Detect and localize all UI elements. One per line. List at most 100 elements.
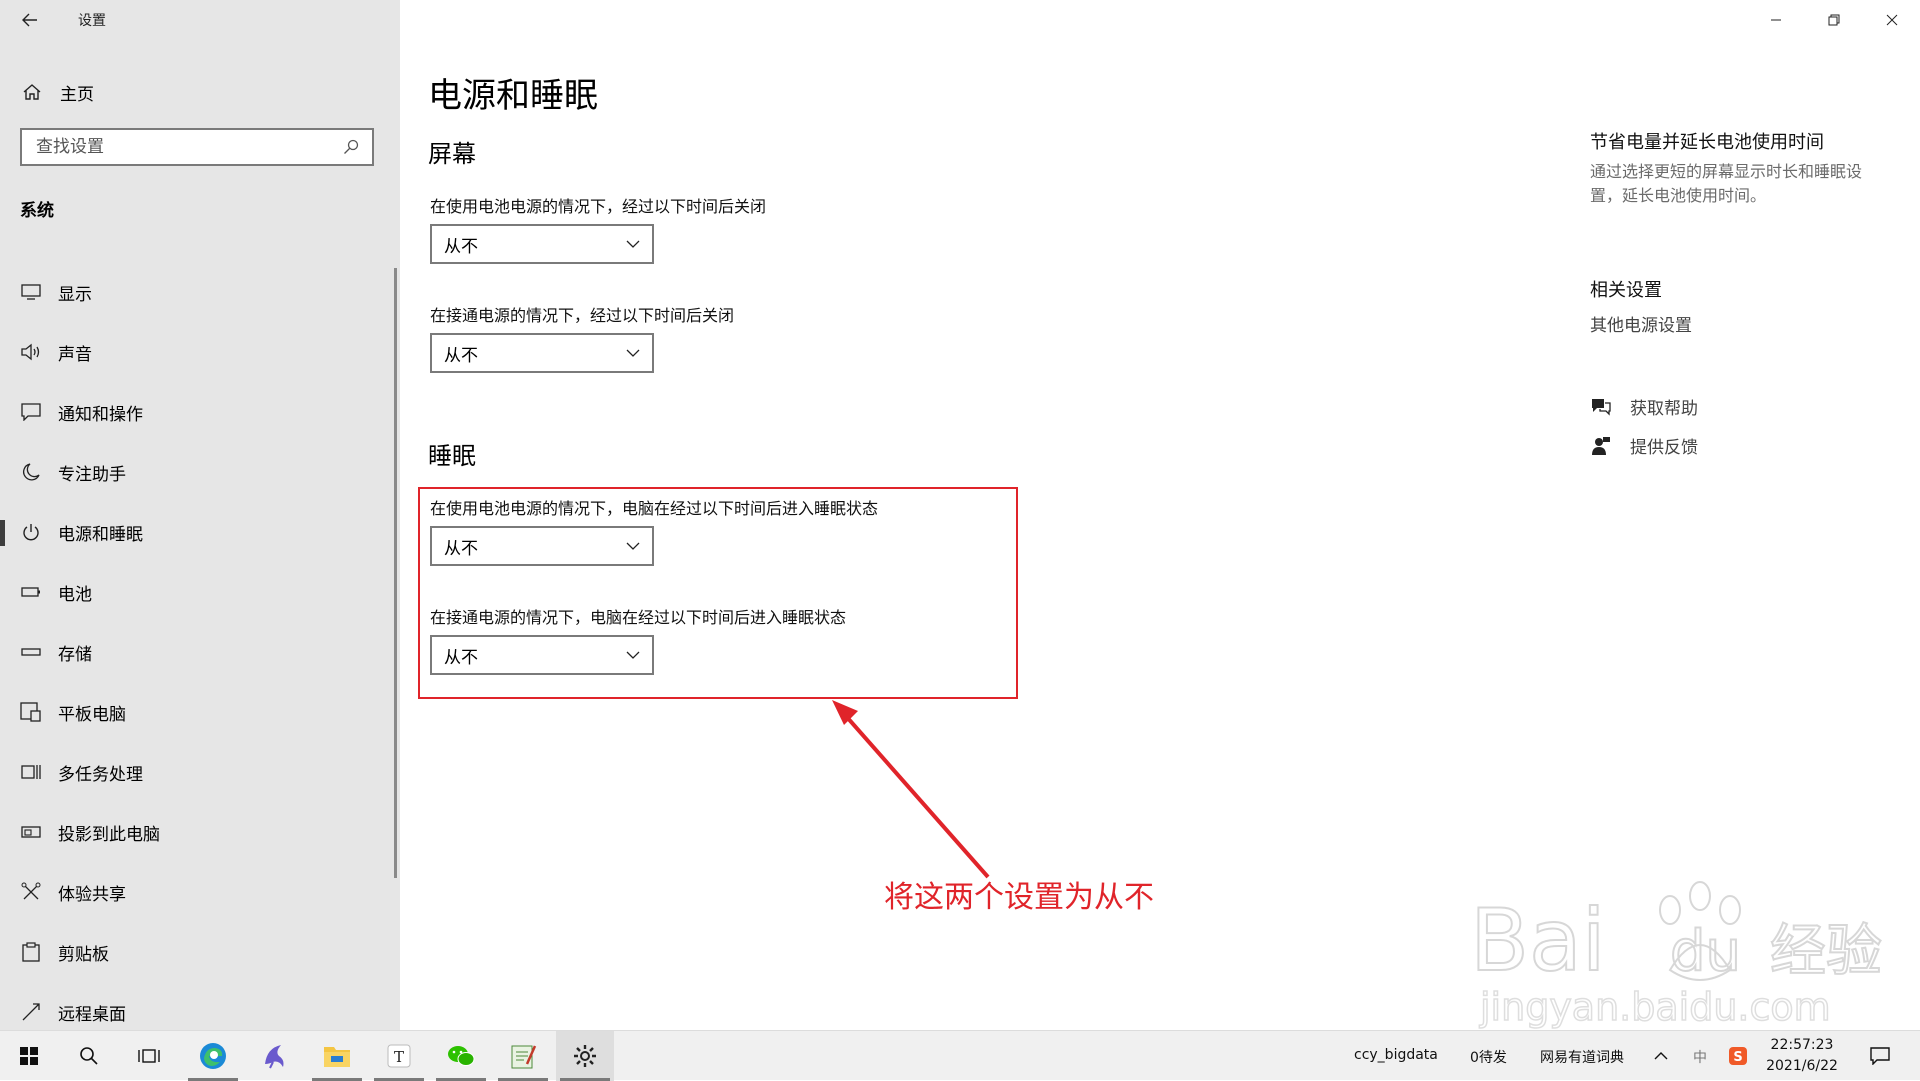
screen-plugged-dropdown[interactable]: 从不 — [430, 333, 654, 373]
svg-text:jingyan.baidu.com: jingyan.baidu.com — [1479, 985, 1831, 1029]
sidebar-item-label: 多任务处理 — [58, 764, 143, 785]
sogou-ime-button[interactable]: S — [1720, 1031, 1756, 1081]
screen-plugged-label: 在接通电源的情况下，经过以下时间后关闭 — [430, 306, 735, 325]
multitask-icon — [20, 761, 42, 783]
give-feedback-label: 提供反馈 — [1630, 438, 1698, 458]
svg-text:du: du — [1670, 919, 1741, 984]
settings-gear-icon — [574, 1045, 596, 1067]
sidebar-item-storage[interactable]: 存储 — [0, 622, 400, 682]
task-view-button[interactable] — [120, 1031, 178, 1081]
notification-icon — [20, 401, 42, 423]
restore-icon — [1828, 14, 1840, 26]
search-icon — [80, 1047, 98, 1065]
project-icon — [20, 821, 42, 843]
sidebar-item-focus-assist[interactable]: 专注助手 — [0, 442, 400, 502]
sidebar-item-shared-experiences[interactable]: 体验共享 — [0, 862, 400, 922]
home-icon — [20, 80, 44, 104]
tray-dictionary-label[interactable]: 网易有道词典 — [1540, 1047, 1624, 1067]
sidebar-item-label: 显示 — [58, 284, 92, 305]
close-icon — [1886, 14, 1898, 26]
annotation-arrow-icon — [832, 700, 990, 879]
screen-battery-dropdown[interactable]: 从不 — [430, 224, 654, 264]
start-button[interactable] — [0, 1031, 58, 1081]
notepad-taskbar-button[interactable] — [494, 1031, 552, 1081]
sidebar-item-multitasking[interactable]: 多任务处理 — [0, 742, 400, 802]
sidebar-item-label: 远程桌面 — [58, 1004, 126, 1025]
storage-icon — [20, 641, 42, 663]
search-icon[interactable] — [342, 138, 360, 156]
annotation-text: 将这两个设置为从不 — [884, 880, 1154, 915]
windows-start-icon — [20, 1047, 38, 1065]
sidebar-item-label: 存储 — [58, 644, 92, 665]
edge-taskbar-button[interactable] — [184, 1031, 242, 1081]
sidebar-item-project-to-pc[interactable]: 投影到此电脑 — [0, 802, 400, 862]
tray-pending-label[interactable]: 0待发 — [1470, 1047, 1507, 1067]
typora-icon: T — [387, 1044, 411, 1068]
chevron-down-icon — [626, 240, 640, 248]
battery-icon — [20, 581, 42, 603]
close-button[interactable] — [1864, 0, 1920, 40]
sidebar-scrollbar[interactable] — [394, 268, 397, 878]
clock-time: 22:57:23 — [1770, 1037, 1834, 1053]
restore-button[interactable] — [1806, 0, 1862, 40]
chevron-down-icon — [626, 349, 640, 357]
sidebar-item-power-sleep[interactable]: 电源和睡眠 — [0, 502, 400, 562]
taskbar-search-button[interactable] — [60, 1031, 118, 1081]
sidebar-item-home[interactable]: 主页 — [20, 80, 94, 105]
action-center-button[interactable] — [1852, 1031, 1908, 1081]
sidebar-item-label: 专注助手 — [58, 464, 126, 485]
sleep-section-title: 睡眠 — [428, 442, 476, 470]
sidebar-item-label: 声音 — [58, 344, 92, 365]
page-title: 电源和睡眠 — [428, 76, 598, 116]
svg-text:经验: 经验 — [1770, 919, 1882, 984]
notification-icon — [1870, 1047, 1890, 1065]
sidebar-item-label: 平板电脑 — [58, 704, 126, 725]
wechat-taskbar-button[interactable] — [432, 1031, 490, 1081]
remote-desktop-icon — [20, 1001, 42, 1023]
minimize-button[interactable] — [1748, 0, 1804, 40]
sidebar-item-label: 投影到此电脑 — [58, 824, 160, 845]
tray-user-label[interactable]: ccy_bigdata — [1354, 1047, 1438, 1063]
dropdown-value: 从不 — [444, 345, 478, 366]
sidebar-nav: 显示 声音 通知和操作 专注助手 电源和睡眠 电池 存储 平板电脑 多任务处理 … — [0, 262, 400, 1042]
clipboard-icon — [20, 941, 42, 963]
sidebar-item-label: 电源和睡眠 — [58, 524, 143, 545]
dolphin-app-icon — [265, 1045, 284, 1069]
back-button[interactable] — [20, 10, 40, 30]
search-input[interactable] — [34, 136, 342, 158]
sidebar-item-label: 体验共享 — [58, 884, 126, 905]
file-explorer-taskbar-button[interactable] — [308, 1031, 366, 1081]
related-settings-title: 相关设置 — [1590, 280, 1662, 301]
baidu-watermark-logo: Bai du 经验 jingyan.baidu.com — [1470, 881, 1883, 1030]
monitor-icon — [20, 281, 42, 303]
sidebar-item-label: 电池 — [58, 584, 92, 605]
search-box[interactable] — [20, 128, 374, 166]
svg-text:S: S — [1733, 1050, 1742, 1065]
screen-battery-label: 在使用电池电源的情况下，经过以下时间后关闭 — [430, 197, 767, 216]
annotation-highlight-box — [418, 487, 1018, 699]
clock-date: 2021/6/22 — [1766, 1058, 1838, 1074]
other-power-settings-link[interactable]: 其他电源设置 — [1590, 311, 1692, 336]
home-label: 主页 — [60, 84, 94, 105]
sidebar: 设置 主页 系统 显示 声音 通知和操作 专注助手 — [0, 0, 400, 1030]
svg-text:Bai: Bai — [1470, 891, 1606, 991]
file-explorer-icon — [324, 1047, 350, 1067]
sidebar-item-notifications[interactable]: 通知和操作 — [0, 382, 400, 442]
ime-indicator[interactable]: 中 — [1693, 1047, 1707, 1067]
sidebar-item-battery[interactable]: 电池 — [0, 562, 400, 622]
sidebar-item-label: 剪贴板 — [58, 944, 109, 965]
give-feedback-link[interactable]: 提供反馈 — [1590, 433, 1698, 458]
dolphin-app-taskbar-button[interactable] — [246, 1031, 304, 1081]
sidebar-item-tablet[interactable]: 平板电脑 — [0, 682, 400, 742]
tray-overflow-button[interactable] — [1644, 1031, 1678, 1081]
settings-taskbar-button[interactable] — [556, 1031, 614, 1081]
typora-taskbar-button[interactable]: T — [370, 1031, 428, 1081]
taskbar: T ccy_bigdata 0待发 网易有道词典 中 S 22:57:23 20… — [0, 1030, 1920, 1081]
taskbar-clock[interactable]: 22:57:23 2021/6/22 — [1760, 1035, 1844, 1077]
sidebar-item-sound[interactable]: 声音 — [0, 322, 400, 382]
section-label-system: 系统 — [20, 201, 54, 221]
sidebar-item-display[interactable]: 显示 — [0, 262, 400, 322]
get-help-link[interactable]: 获取帮助 — [1590, 394, 1698, 419]
sidebar-item-clipboard[interactable]: 剪贴板 — [0, 922, 400, 982]
power-icon — [20, 521, 42, 543]
